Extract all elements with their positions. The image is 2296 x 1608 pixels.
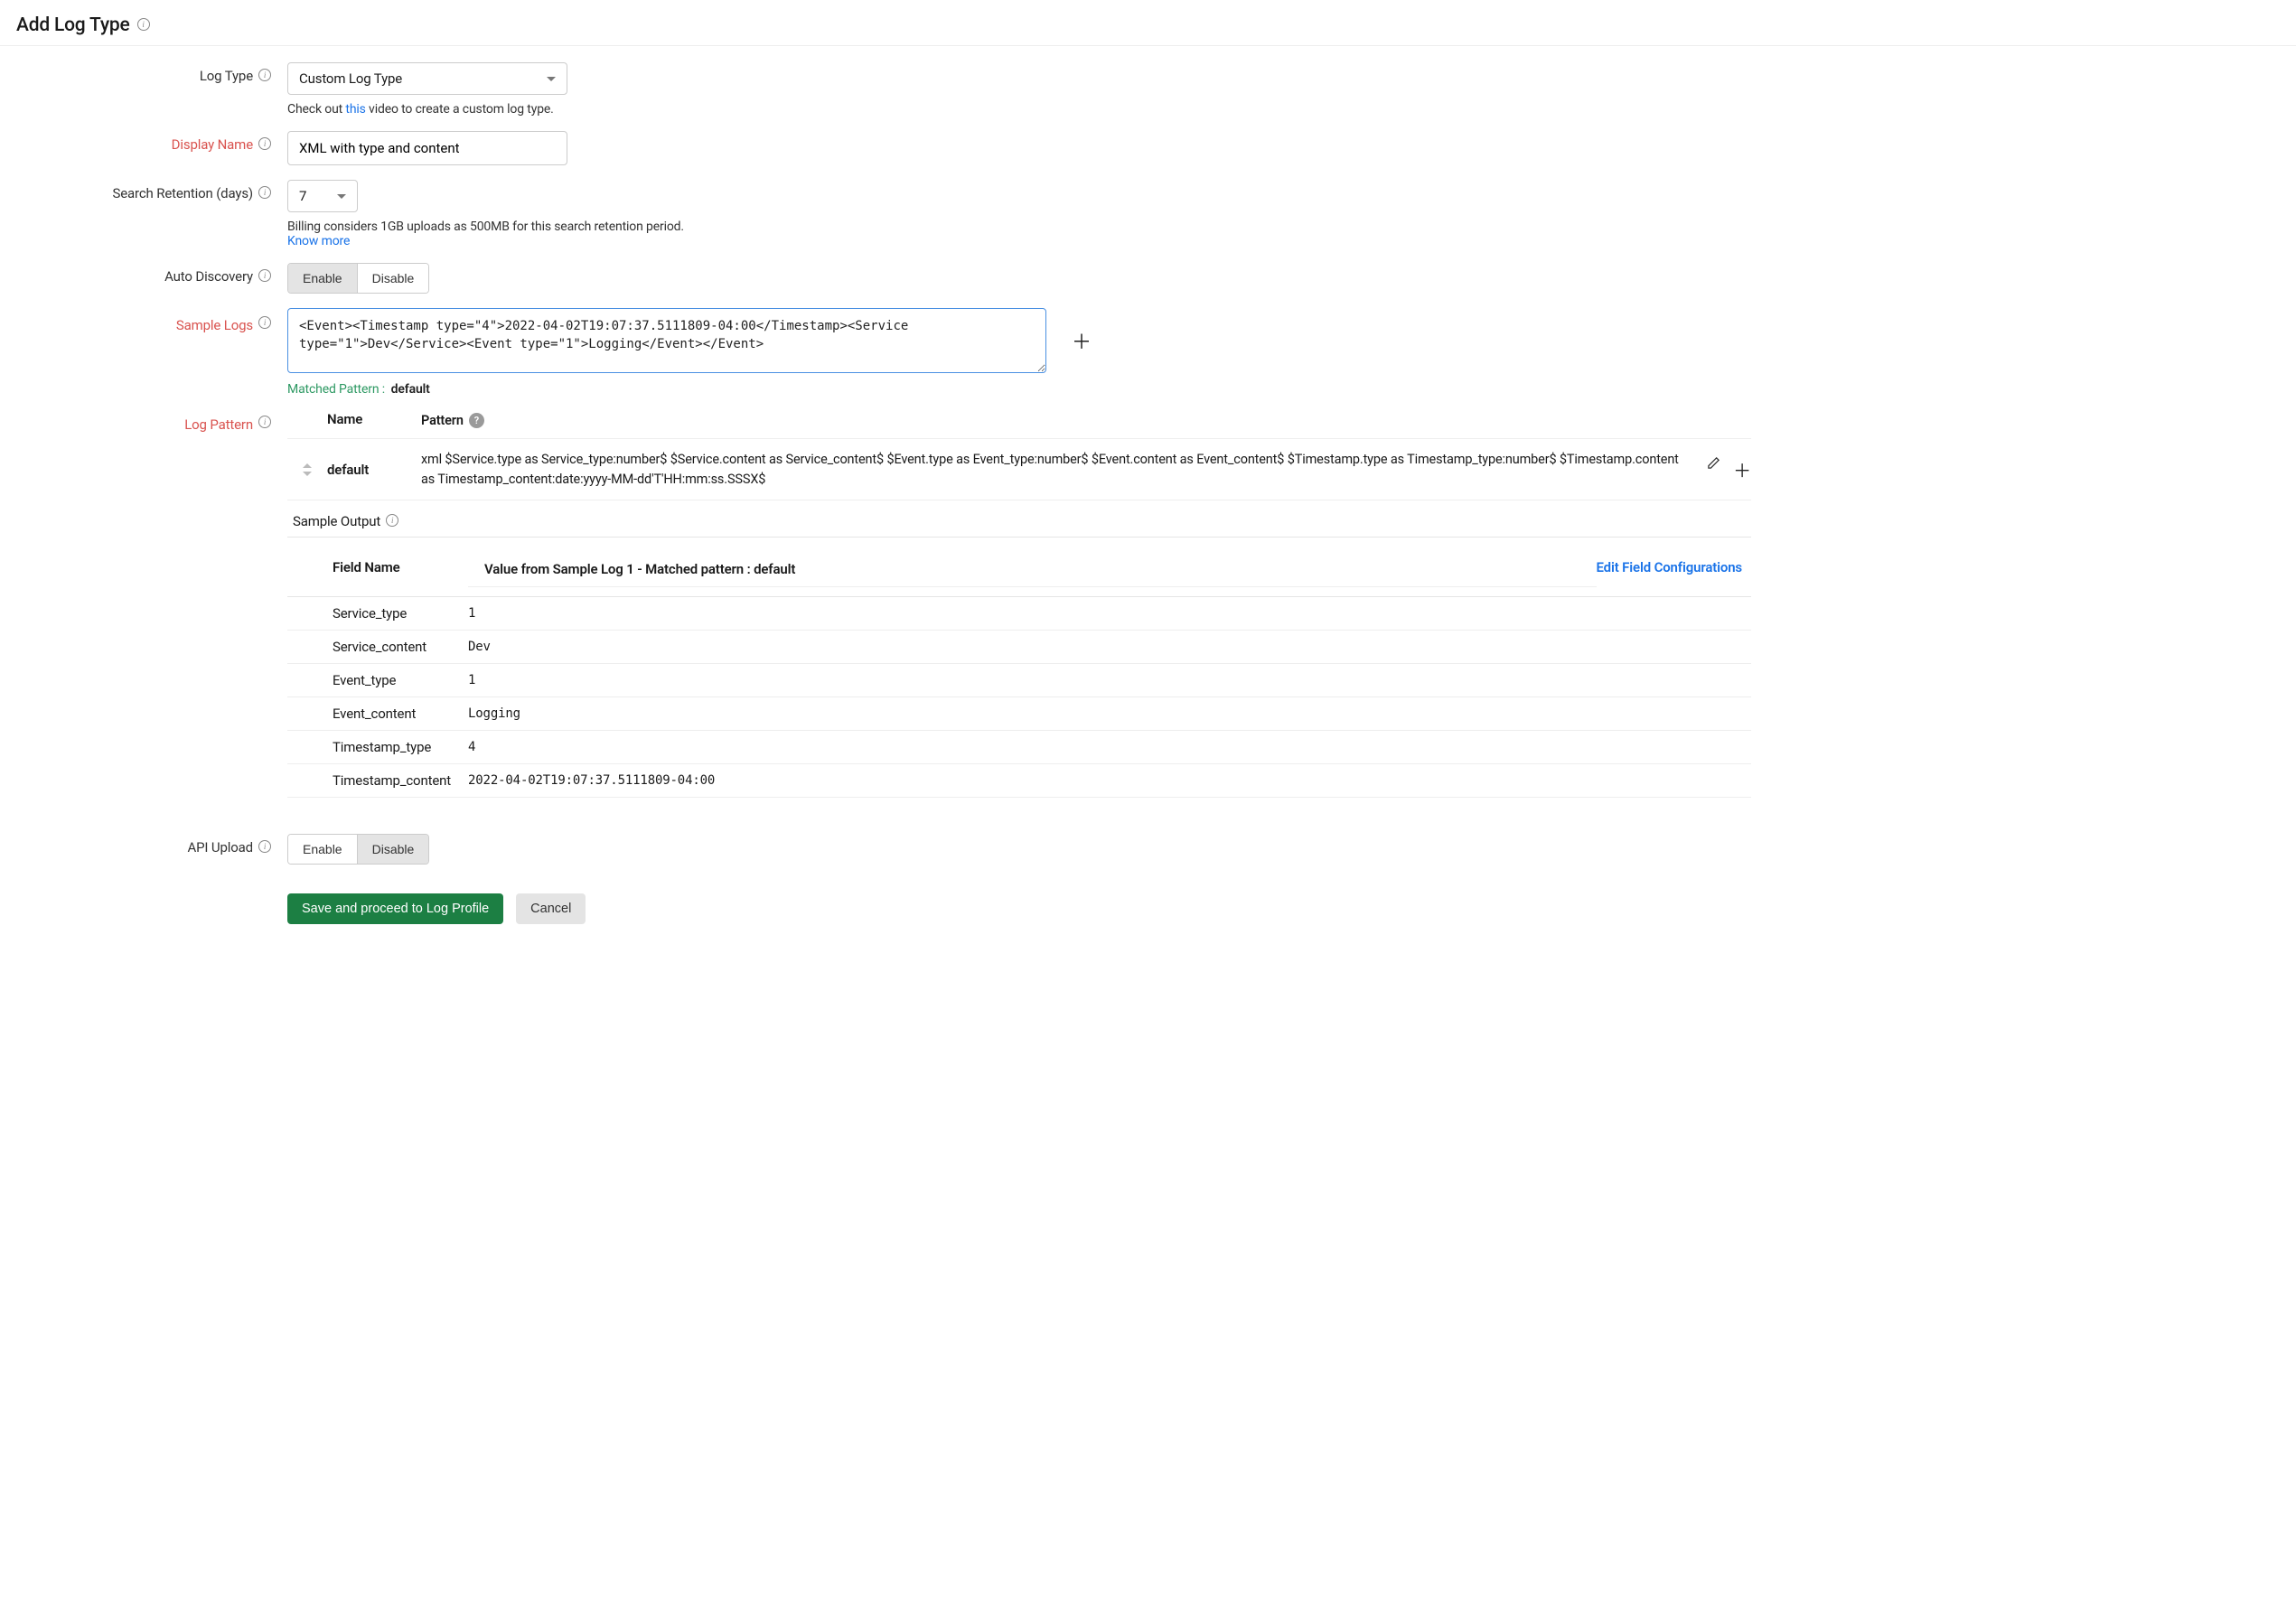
output-field-value: 1 bbox=[468, 673, 1751, 687]
output-field-name: Timestamp_type bbox=[287, 739, 468, 755]
search-retention-hint: Billing considers 1GB uploads as 500MB f… bbox=[287, 220, 1751, 234]
output-field-name: Event_content bbox=[287, 706, 468, 722]
output-field-value: 4 bbox=[468, 740, 1751, 754]
output-row: Event_contentLogging bbox=[287, 697, 1751, 731]
output-row: Service_contentDev bbox=[287, 631, 1751, 664]
output-col-value: Value from Sample Log 1 - Matched patter… bbox=[468, 547, 1597, 587]
output-field-value: 2022-04-02T19:07:37.5111809-04:00 bbox=[468, 773, 1751, 788]
pattern-col-name: Name bbox=[327, 411, 421, 431]
output-field-value: Logging bbox=[468, 706, 1751, 721]
output-field-name: Timestamp_content bbox=[287, 772, 468, 789]
display-name-label: Display Name bbox=[172, 136, 253, 153]
output-field-name: Service_content bbox=[287, 639, 468, 655]
info-icon[interactable]: i bbox=[258, 840, 271, 853]
auto-discovery-label: Auto Discovery bbox=[164, 268, 253, 285]
pattern-value: xml $Service.type as Service_type:number… bbox=[421, 450, 1697, 490]
sample-logs-label: Sample Logs bbox=[176, 317, 253, 333]
pattern-row: default xml $Service.type as Service_typ… bbox=[287, 438, 1751, 501]
log-type-label: Log Type bbox=[200, 68, 253, 84]
log-pattern-label: Log Pattern bbox=[184, 416, 253, 433]
output-col-field: Field Name bbox=[287, 559, 468, 575]
sample-output-heading: Sample Output i bbox=[293, 513, 1751, 529]
info-icon[interactable]: i bbox=[258, 186, 271, 199]
api-upload-disable[interactable]: Disable bbox=[357, 835, 429, 864]
auto-discovery-disable[interactable]: Disable bbox=[357, 264, 429, 293]
info-icon[interactable]: i bbox=[258, 269, 271, 282]
chevron-down-icon[interactable] bbox=[303, 472, 312, 476]
api-upload-label: API Upload bbox=[187, 839, 253, 855]
auto-discovery-enable[interactable]: Enable bbox=[288, 264, 357, 293]
output-row: Timestamp_content2022-04-02T19:07:37.511… bbox=[287, 764, 1751, 798]
output-field-name: Event_type bbox=[287, 672, 468, 688]
sample-logs-textarea[interactable]: <Event><Timestamp type="4">2022-04-02T19… bbox=[287, 308, 1046, 373]
cancel-button[interactable]: Cancel bbox=[516, 893, 586, 924]
api-upload-toggle: Enable Disable bbox=[287, 834, 429, 865]
info-icon[interactable]: i bbox=[258, 137, 271, 150]
log-type-hint: Check out this video to create a custom … bbox=[287, 102, 1751, 117]
output-field-value: 1 bbox=[468, 606, 1751, 621]
info-icon[interactable]: i bbox=[386, 514, 398, 527]
add-sample-log-button[interactable]: ＋ bbox=[1072, 326, 1092, 355]
search-retention-select[interactable]: 7 bbox=[287, 180, 358, 212]
output-row: Timestamp_type4 bbox=[287, 731, 1751, 764]
log-type-select[interactable]: Custom Log Type bbox=[287, 62, 567, 95]
pattern-col-pattern: Pattern bbox=[421, 411, 464, 431]
pattern-name: default bbox=[327, 462, 421, 478]
info-icon[interactable]: i bbox=[258, 416, 271, 428]
edit-icon[interactable] bbox=[1707, 456, 1720, 482]
chevron-up-icon[interactable] bbox=[303, 463, 312, 468]
pattern-table: Name Pattern ? default xml $Ser bbox=[287, 411, 1751, 500]
output-field-value: Dev bbox=[468, 640, 1751, 654]
edit-field-config-link[interactable]: Edit Field Configurations bbox=[1597, 559, 1743, 575]
output-row: Service_type1 bbox=[287, 597, 1751, 631]
matched-pattern: Matched Pattern : default bbox=[287, 382, 1751, 397]
info-icon[interactable]: i bbox=[137, 18, 150, 31]
info-icon[interactable]: i bbox=[258, 316, 271, 329]
video-link[interactable]: this bbox=[345, 102, 365, 117]
chevron-down-icon bbox=[547, 77, 556, 81]
api-upload-enable[interactable]: Enable bbox=[288, 835, 357, 864]
page-header: Add Log Type i bbox=[0, 0, 2296, 46]
auto-discovery-toggle: Enable Disable bbox=[287, 263, 429, 294]
info-icon[interactable]: i bbox=[258, 69, 271, 81]
log-type-value: Custom Log Type bbox=[299, 70, 402, 87]
save-button[interactable]: Save and proceed to Log Profile bbox=[287, 893, 503, 924]
sample-output-table: Field Name Value from Sample Log 1 - Mat… bbox=[287, 537, 1751, 798]
add-pattern-button[interactable]: ＋ bbox=[1733, 456, 1751, 482]
output-field-name: Service_type bbox=[287, 605, 468, 622]
search-retention-value: 7 bbox=[299, 188, 306, 204]
display-name-input[interactable] bbox=[287, 131, 567, 165]
help-icon[interactable]: ? bbox=[469, 413, 484, 428]
chevron-down-icon bbox=[337, 194, 346, 199]
output-row: Event_type1 bbox=[287, 664, 1751, 697]
page-title: Add Log Type bbox=[16, 14, 130, 36]
search-retention-label: Search Retention (days) bbox=[112, 185, 253, 201]
know-more-link[interactable]: Know more bbox=[287, 234, 1751, 248]
